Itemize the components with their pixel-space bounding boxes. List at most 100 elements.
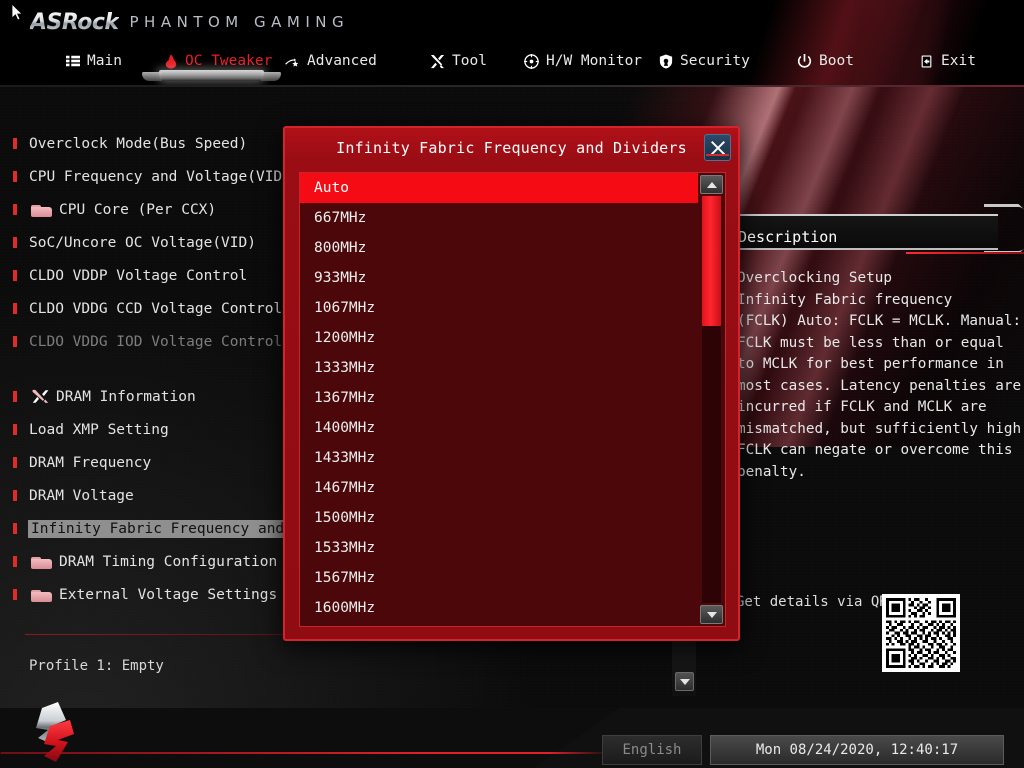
option-list-container: Auto 667MHz 800MHz 933MHz 1067MHz 1200MH… (299, 172, 726, 627)
caret-down-icon (679, 678, 690, 685)
list-item-label: DRAM Timing Configuration (59, 553, 278, 570)
option-item[interactable]: 1600MHz (300, 593, 698, 623)
caret-down-icon (706, 611, 717, 618)
option-item[interactable]: 1467MHz (300, 473, 698, 503)
list-item-label: CLDO VDDG CCD Voltage Control (29, 300, 283, 317)
option-item[interactable]: 1500MHz (300, 503, 698, 533)
option-item[interactable]: 1567MHz (300, 563, 698, 593)
qr-code-image (886, 598, 956, 668)
language-button[interactable]: English (602, 735, 702, 765)
bullet-icon (13, 270, 17, 281)
bullet-icon (13, 556, 17, 567)
tab-exit[interactable]: Exit (919, 50, 976, 72)
list-item-label: Load XMP Setting (29, 421, 169, 438)
option-item[interactable]: 1200MHz (300, 323, 698, 353)
option-item[interactable]: 1067MHz (300, 293, 698, 323)
bullet-icon (13, 391, 17, 402)
bullet-icon (13, 237, 17, 248)
flame-icon (163, 54, 178, 69)
bullet-icon (13, 303, 17, 314)
shield-icon (658, 54, 673, 69)
folder-icon (31, 203, 53, 217)
option-item[interactable]: 800MHz (300, 233, 698, 263)
list-item-label: CLDO VDDG IOD Voltage Control (29, 333, 283, 350)
power-icon (797, 53, 812, 69)
scrollbar-track[interactable] (702, 196, 721, 603)
bullet-icon (13, 424, 17, 435)
tab-tool[interactable]: Tool (430, 50, 487, 72)
qr-code (882, 594, 960, 672)
folder-icon (31, 588, 53, 602)
bullet-icon (13, 336, 17, 347)
list-icon (65, 54, 80, 69)
dialog-titlebar: Infinity Fabric Frequency and Dividers (285, 128, 738, 167)
option-item[interactable]: 667MHz (300, 203, 698, 233)
list-item-label: Overclock Mode(Bus Speed) (29, 135, 248, 152)
description-title: Description (738, 228, 838, 246)
asrock-wordmark: ASRock (30, 9, 119, 35)
bullet-icon (13, 138, 17, 149)
list-item-label: SoC/Uncore OC Voltage(VID) (29, 234, 256, 251)
tab-advanced[interactable]: Advanced (285, 50, 377, 72)
dialog-scrollbar[interactable] (700, 175, 723, 624)
bullet-icon (13, 457, 17, 468)
caret-up-icon (706, 181, 717, 188)
tools-icon (430, 54, 445, 69)
tab-hw-monitor-label: H/W Monitor (546, 52, 643, 69)
tab-hw-monitor[interactable]: H/W Monitor (524, 50, 642, 72)
option-list: Auto 667MHz 800MHz 933MHz 1067MHz 1200MH… (300, 173, 698, 626)
tab-boot[interactable]: Boot (797, 50, 854, 72)
scroll-up-button[interactable] (700, 175, 723, 194)
datetime-label: Mon 08/24/2020, 12:40:17 (755, 742, 959, 758)
exit-icon (919, 54, 934, 69)
tab-exit-label: Exit (941, 52, 976, 69)
option-item[interactable]: 1367MHz (300, 383, 698, 413)
bullet-icon (13, 523, 17, 534)
phantom-gaming-wordmark: PHANTOM GAMING (129, 13, 350, 31)
datetime-display: Mon 08/24/2020, 12:40:17 (710, 735, 1004, 765)
bullet-icon (13, 204, 17, 215)
bullet-icon (13, 589, 17, 600)
description-panel: Description Overclocking Setup Infinity … (716, 196, 1024, 672)
tab-boot-label: Boot (819, 52, 854, 69)
option-item-selected[interactable]: Auto (300, 173, 698, 203)
description-frame-accent (906, 252, 1024, 254)
page-scroll-down-button[interactable] (675, 672, 694, 691)
option-dialog: Infinity Fabric Frequency and Dividers A… (283, 126, 740, 641)
option-item[interactable]: 933MHz (300, 263, 698, 293)
bullet-icon (13, 171, 17, 182)
close-button-underline (706, 154, 729, 156)
mouse-cursor (12, 4, 23, 21)
bullet-icon (13, 490, 17, 501)
close-button[interactable] (704, 134, 731, 161)
list-item-label: DRAM Frequency (29, 454, 152, 471)
header-bar: ASRock PHANTOM GAMING Main OC Tweaker Ad… (0, 0, 1024, 86)
tab-oc-tweaker[interactable]: OC Tweaker (163, 50, 272, 72)
list-item-label: DRAM Voltage (29, 487, 134, 504)
scrollbar-thumb[interactable] (702, 196, 721, 326)
tab-main[interactable]: Main (65, 50, 122, 72)
tab-oc-tweaker-label: OC Tweaker (185, 52, 273, 69)
option-item[interactable]: 1433MHz (300, 443, 698, 473)
gauge-icon (524, 53, 539, 69)
dialog-title: Infinity Fabric Frequency and Dividers (336, 138, 687, 157)
folder-icon (31, 555, 53, 569)
tab-tool-label: Tool (452, 52, 487, 69)
description-text: Overclocking Setup Infinity Fabric frequ… (737, 270, 1022, 480)
scroll-down-button[interactable] (700, 605, 723, 624)
option-item[interactable]: 1400MHz (300, 413, 698, 443)
option-item[interactable]: 1533MHz (300, 533, 698, 563)
tab-main-label: Main (87, 52, 122, 69)
brand-logo: ASRock PHANTOM GAMING (30, 9, 349, 35)
star-icon (285, 54, 300, 69)
list-item-label: CPU Core (Per CCX) (59, 201, 217, 218)
tab-security[interactable]: Security (658, 50, 750, 72)
list-item-label: CLDO VDDP Voltage Control (29, 267, 248, 284)
active-tab-indicator (142, 70, 281, 81)
language-label: English (622, 742, 682, 758)
phantom-gaming-logo (36, 702, 74, 762)
tab-security-label: Security (680, 52, 750, 69)
profile-status: Profile 1: Empty (29, 658, 164, 674)
list-item-label: DRAM Information (56, 388, 196, 405)
option-item[interactable]: 1333MHz (300, 353, 698, 383)
